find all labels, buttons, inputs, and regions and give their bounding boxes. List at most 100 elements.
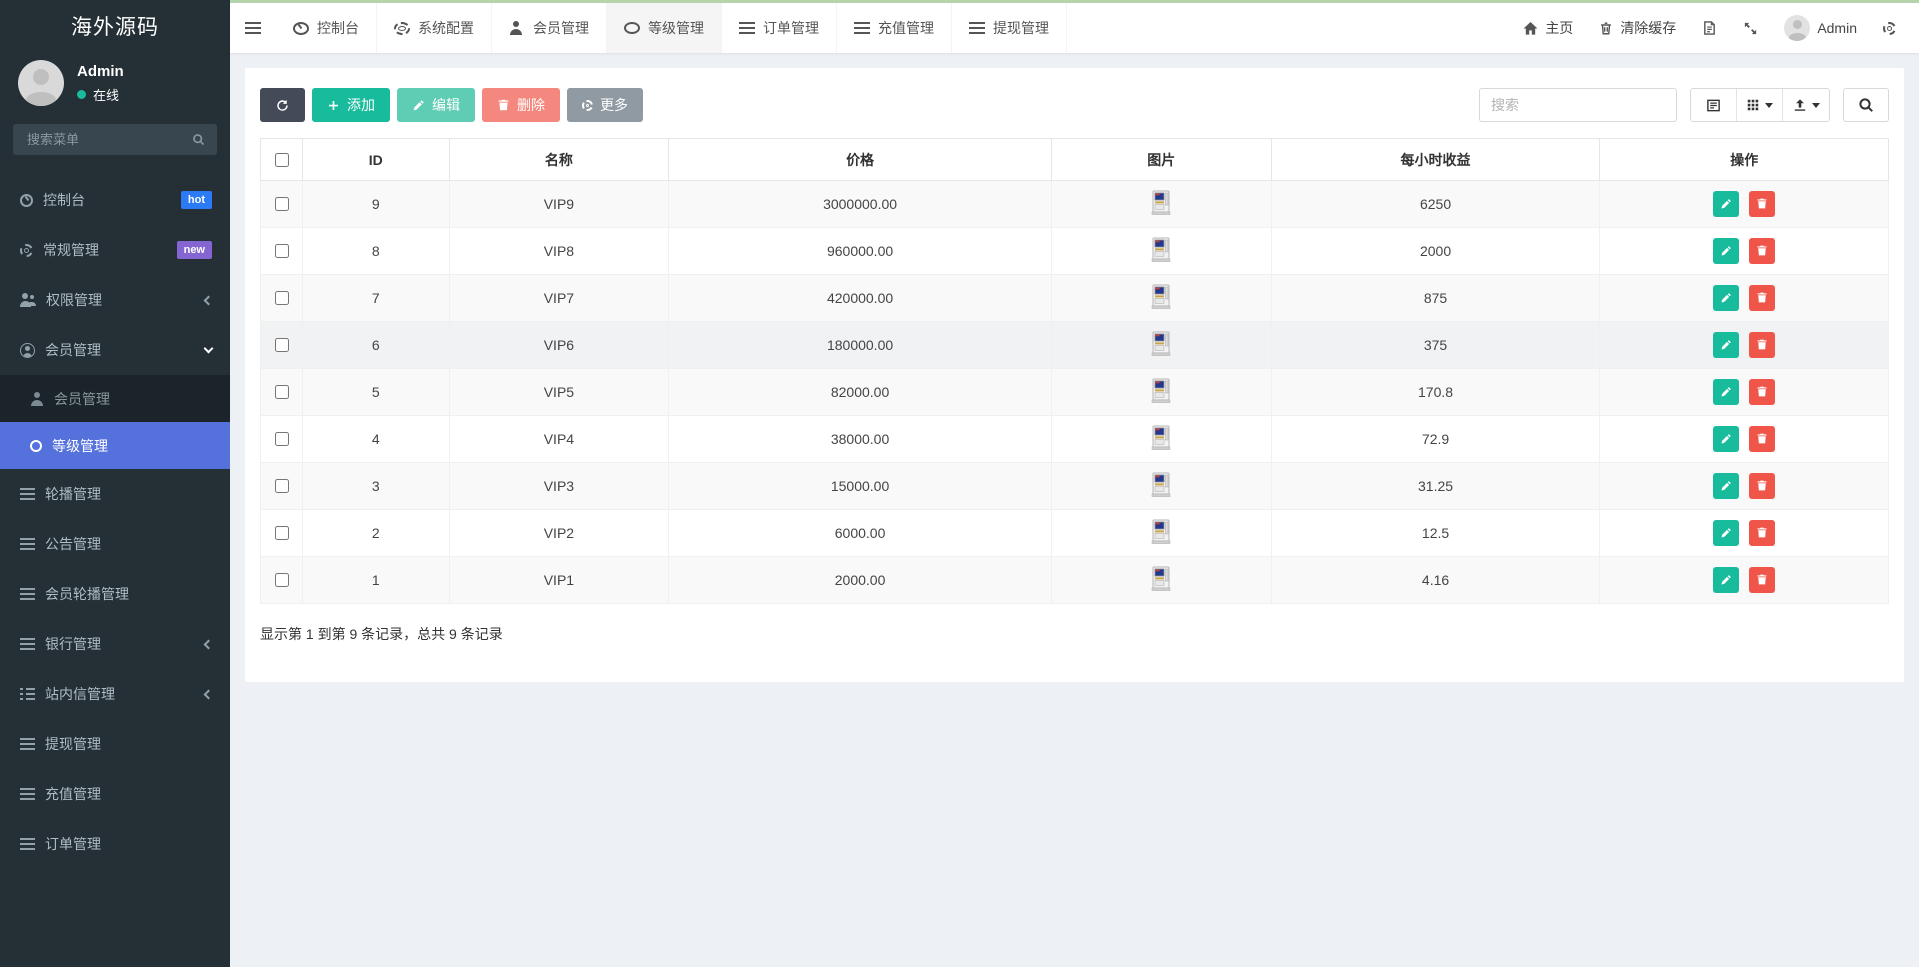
sidebar-search-input[interactable] <box>25 131 192 148</box>
row-delete-button[interactable] <box>1749 425 1776 452</box>
row-checkbox[interactable] <box>275 432 289 446</box>
sidebar-item[interactable]: 站内信管理 <box>0 669 230 719</box>
row-delete-button[interactable] <box>1749 472 1776 499</box>
row-edit-button[interactable] <box>1713 473 1740 500</box>
user-avatar[interactable] <box>18 60 64 106</box>
product-image-thumbnail[interactable] <box>1150 331 1172 357</box>
export-button[interactable] <box>1783 89 1829 121</box>
sidebar-item[interactable]: 订单管理 <box>0 819 230 869</box>
row-checkbox[interactable] <box>275 244 289 258</box>
row-edit-button[interactable] <box>1713 426 1740 453</box>
cell-income: 875 <box>1270 274 1601 322</box>
clear-cache-label: 清除缓存 <box>1620 20 1677 36</box>
table-row: 3 VIP3 15000.00 31.25 <box>260 462 1889 510</box>
row-edit-button[interactable] <box>1713 238 1740 265</box>
sidebar-item[interactable]: 等级管理 <box>0 422 230 469</box>
refresh-button[interactable] <box>260 88 305 122</box>
menu-item-label: 站内信管理 <box>45 686 115 702</box>
product-image-thumbnail[interactable] <box>1150 472 1172 498</box>
nav-tab[interactable]: 系统配置 <box>377 3 492 53</box>
settings-button[interactable] <box>1870 3 1909 53</box>
chevron-icon <box>203 343 214 354</box>
nav-tab[interactable]: 充值管理 <box>837 3 952 53</box>
sidebar-item[interactable]: 会员管理 <box>0 325 230 375</box>
row-delete-button[interactable] <box>1749 237 1776 264</box>
row-delete-button[interactable] <box>1749 331 1776 358</box>
sidebar-item[interactable]: 控制台 hot <box>0 175 230 225</box>
row-edit-button[interactable] <box>1713 332 1740 359</box>
row-delete-button[interactable] <box>1749 284 1776 311</box>
menu-item-label: 提现管理 <box>45 736 101 752</box>
menu-item-icon <box>30 439 42 452</box>
column-header-name[interactable]: 名称 <box>448 138 670 181</box>
product-image-thumbnail[interactable] <box>1150 519 1172 545</box>
sidebar-item[interactable]: 充值管理 <box>0 769 230 819</box>
cell-name: VIP9 <box>448 180 670 228</box>
search-button[interactable] <box>1843 88 1889 122</box>
row-checkbox[interactable] <box>275 526 289 540</box>
sidebar-item[interactable]: 权限管理 <box>0 275 230 325</box>
row-delete-button[interactable] <box>1749 519 1776 546</box>
clear-cache-link[interactable]: 清除缓存 <box>1586 3 1689 53</box>
home-link[interactable]: 主页 <box>1510 3 1586 53</box>
row-checkbox[interactable] <box>275 338 289 352</box>
column-header-actions: 操作 <box>1599 138 1889 181</box>
nav-tab[interactable]: 提现管理 <box>952 3 1067 53</box>
column-header-id[interactable]: ID <box>302 138 450 181</box>
column-header-price[interactable]: 价格 <box>668 138 1052 181</box>
sidebar-item[interactable]: 公告管理 <box>0 519 230 569</box>
product-image-thumbnail[interactable] <box>1150 284 1172 310</box>
row-edit-button[interactable] <box>1713 567 1740 594</box>
more-button[interactable]: 更多 <box>567 88 643 122</box>
nav-tab[interactable]: 订单管理 <box>722 3 837 53</box>
menu-badge: new <box>176 240 212 260</box>
add-button[interactable]: 添加 <box>312 88 390 122</box>
row-checkbox[interactable] <box>275 291 289 305</box>
column-header-image[interactable]: 图片 <box>1050 138 1272 181</box>
row-checkbox[interactable] <box>275 385 289 399</box>
delete-button[interactable]: 删除 <box>482 88 560 122</box>
row-delete-button[interactable] <box>1749 190 1776 217</box>
menu-item-label: 会员管理 <box>45 342 101 358</box>
product-image-thumbnail[interactable] <box>1150 237 1172 263</box>
trash-icon <box>1757 527 1767 538</box>
tab-label: 会员管理 <box>533 20 589 36</box>
product-image-thumbnail[interactable] <box>1150 378 1172 404</box>
product-image-thumbnail[interactable] <box>1150 566 1172 592</box>
sidebar-item[interactable]: 银行管理 <box>0 619 230 669</box>
row-edit-button[interactable] <box>1713 379 1740 406</box>
pencil-icon <box>1721 481 1732 491</box>
sidebar-item[interactable]: 常规管理 new <box>0 225 230 275</box>
user-menu[interactable]: Admin <box>1771 3 1870 53</box>
cell-id: 2 <box>302 509 450 557</box>
product-image-thumbnail[interactable] <box>1150 425 1172 451</box>
pencil-icon <box>1721 434 1732 444</box>
trash-icon <box>1757 198 1767 209</box>
row-checkbox[interactable] <box>275 573 289 587</box>
row-checkbox[interactable] <box>275 197 289 211</box>
columns-button[interactable] <box>1737 89 1783 121</box>
row-edit-button[interactable] <box>1713 285 1740 312</box>
row-edit-button[interactable] <box>1713 191 1740 218</box>
language-button[interactable] <box>1689 3 1730 53</box>
edit-button[interactable]: 编辑 <box>397 88 475 122</box>
detail-view-button[interactable] <box>1691 89 1737 121</box>
sidebar-item[interactable]: 会员轮播管理 <box>0 569 230 619</box>
sidebar-item[interactable]: 提现管理 <box>0 719 230 769</box>
nav-tab[interactable]: 控制台 <box>276 3 377 53</box>
product-image-thumbnail[interactable] <box>1150 190 1172 216</box>
fullscreen-button[interactable] <box>1730 3 1771 53</box>
table-search-input[interactable] <box>1479 88 1677 122</box>
menu-toggle-button[interactable] <box>230 3 276 53</box>
home-label: 主页 <box>1545 20 1574 36</box>
sidebar-item[interactable]: 轮播管理 <box>0 469 230 519</box>
sidebar-item[interactable]: 会员管理 <box>0 375 230 422</box>
row-delete-button[interactable] <box>1749 566 1776 593</box>
row-checkbox[interactable] <box>275 479 289 493</box>
nav-tab[interactable]: 会员管理 <box>492 3 607 53</box>
row-delete-button[interactable] <box>1749 378 1776 405</box>
nav-tab[interactable]: 等级管理 <box>607 3 722 53</box>
row-edit-button[interactable] <box>1713 520 1740 547</box>
column-header-income[interactable]: 每小时收益 <box>1270 138 1601 181</box>
select-all-checkbox[interactable] <box>275 152 289 167</box>
